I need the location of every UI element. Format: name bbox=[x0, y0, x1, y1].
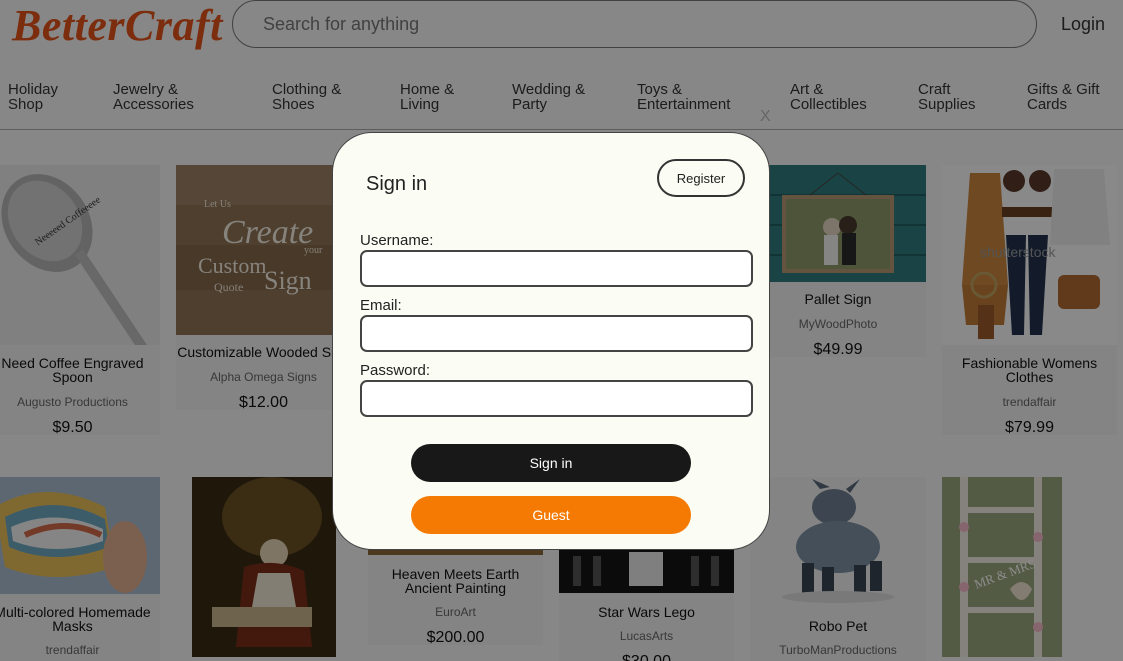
close-modal-button[interactable]: X bbox=[760, 108, 771, 126]
username-input[interactable] bbox=[360, 250, 753, 287]
email-input[interactable] bbox=[360, 315, 753, 352]
register-button[interactable]: Register bbox=[657, 159, 745, 197]
guest-button[interactable]: Guest bbox=[411, 496, 691, 534]
modal-title: Sign in bbox=[366, 173, 428, 195]
sign-in-modal: Sign in Register Username: Email: Passwo… bbox=[332, 132, 770, 550]
password-input[interactable] bbox=[360, 380, 753, 417]
password-label: Password: bbox=[360, 362, 431, 379]
email-label: Email: bbox=[360, 297, 402, 314]
username-label: Username: bbox=[360, 232, 434, 249]
sign-in-button[interactable]: Sign in bbox=[411, 444, 691, 482]
